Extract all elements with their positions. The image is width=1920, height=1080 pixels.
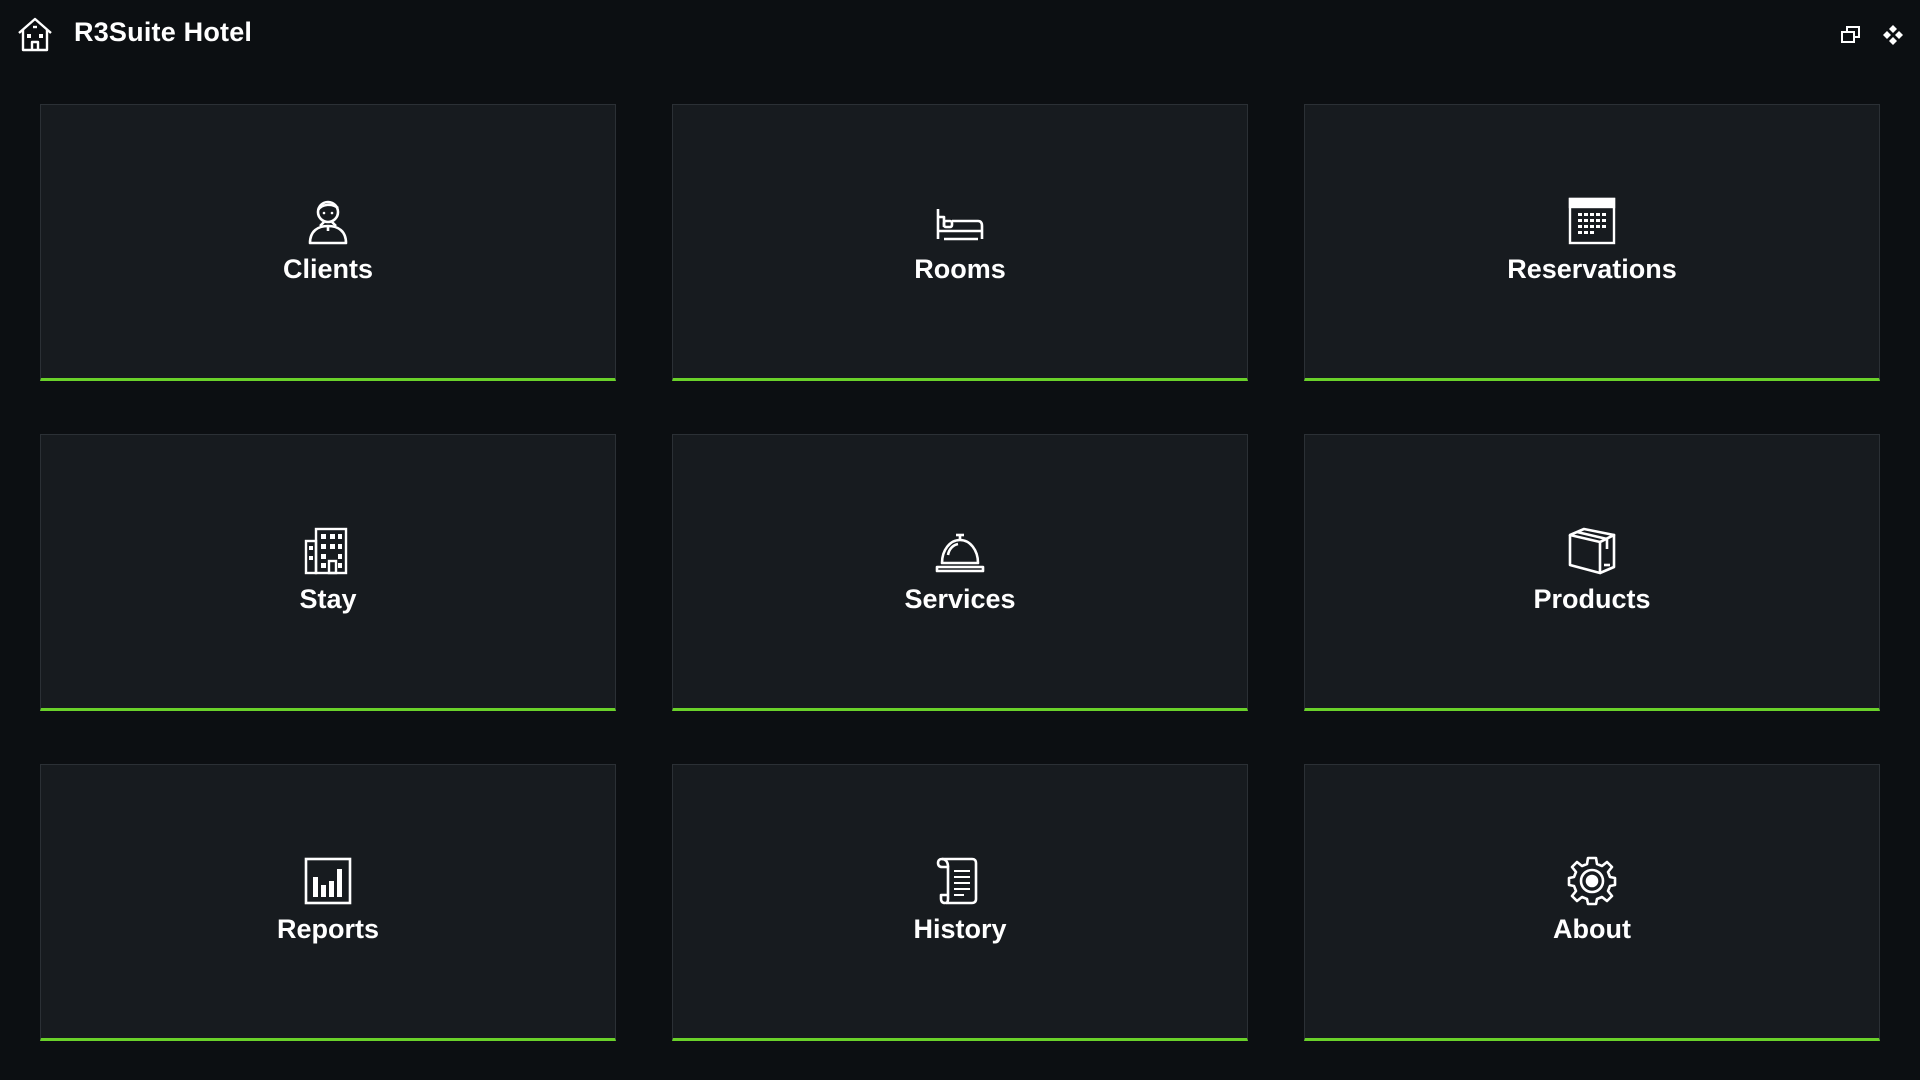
tile-about[interactable]: About bbox=[1304, 764, 1880, 1041]
hotel-home-icon bbox=[16, 15, 54, 53]
client-person-icon bbox=[302, 195, 354, 247]
tile-label: Reports bbox=[276, 914, 379, 944]
tile-clients[interactable]: Clients bbox=[40, 104, 616, 381]
title-bar: R3Suite Hotel bbox=[0, 0, 1920, 70]
restore-icon[interactable] bbox=[1838, 22, 1864, 48]
tile-rooms[interactable]: Rooms bbox=[672, 104, 1248, 381]
tile-label: Services bbox=[904, 584, 1016, 614]
gear-icon bbox=[1566, 855, 1618, 907]
tile-label: Reservations bbox=[1507, 254, 1677, 284]
tile-label: History bbox=[913, 914, 1007, 944]
menu-grid: Clients Rooms Reservations Stay Services… bbox=[40, 104, 1880, 1041]
bed-icon bbox=[934, 195, 986, 247]
bar-chart-icon bbox=[302, 855, 354, 907]
tile-reservations[interactable]: Reservations bbox=[1304, 104, 1880, 381]
tile-label: Rooms bbox=[914, 254, 1006, 284]
tile-label: Clients bbox=[282, 254, 374, 284]
hotel-building-icon bbox=[302, 525, 354, 577]
tile-label: Products bbox=[1533, 584, 1651, 614]
tile-services[interactable]: Services bbox=[672, 434, 1248, 711]
calendar-icon bbox=[1566, 195, 1618, 247]
tile-label: About bbox=[1553, 914, 1631, 944]
tile-reports[interactable]: Reports bbox=[40, 764, 616, 1041]
box-icon bbox=[1566, 525, 1618, 577]
tile-stay[interactable]: Stay bbox=[40, 434, 616, 711]
app-title: R3Suite Hotel bbox=[74, 17, 253, 47]
scroll-icon bbox=[934, 855, 986, 907]
tile-products[interactable]: Products bbox=[1304, 434, 1880, 711]
pin-icon[interactable] bbox=[1880, 22, 1906, 48]
tile-history[interactable]: History bbox=[672, 764, 1248, 1041]
tile-label: Stay bbox=[299, 584, 357, 614]
service-bell-icon bbox=[934, 525, 986, 577]
